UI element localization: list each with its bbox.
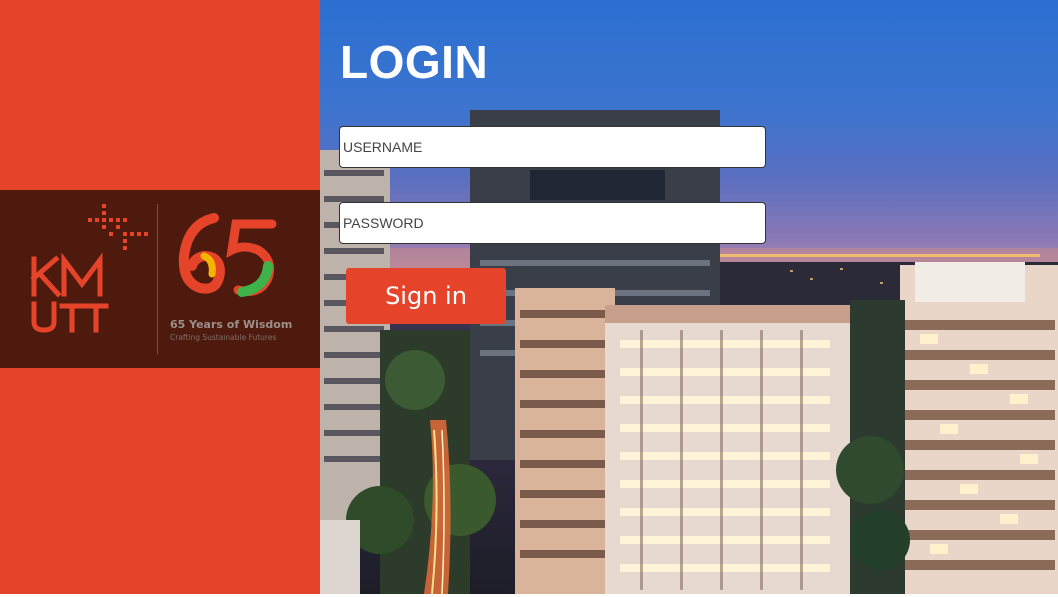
brand-panel: 65 Years of Wisdom Crafting Sustainable … xyxy=(0,0,320,594)
logo-divider xyxy=(157,204,158,354)
anniversary-title: 65 Years of Wisdom xyxy=(170,318,293,331)
kmutt-logo xyxy=(30,204,148,333)
logo-band: 65 Years of Wisdom Crafting Sustainable … xyxy=(0,190,320,368)
anniversary-65-logo xyxy=(178,213,277,297)
sign-in-button[interactable]: Sign in xyxy=(346,268,506,324)
login-page: 65 Years of Wisdom Crafting Sustainable … xyxy=(0,0,1058,597)
username-input[interactable] xyxy=(339,126,766,168)
login-title: LOGIN xyxy=(340,36,489,88)
anniversary-subtitle: Crafting Sustainable Futures xyxy=(170,333,277,342)
password-input[interactable] xyxy=(339,202,766,244)
